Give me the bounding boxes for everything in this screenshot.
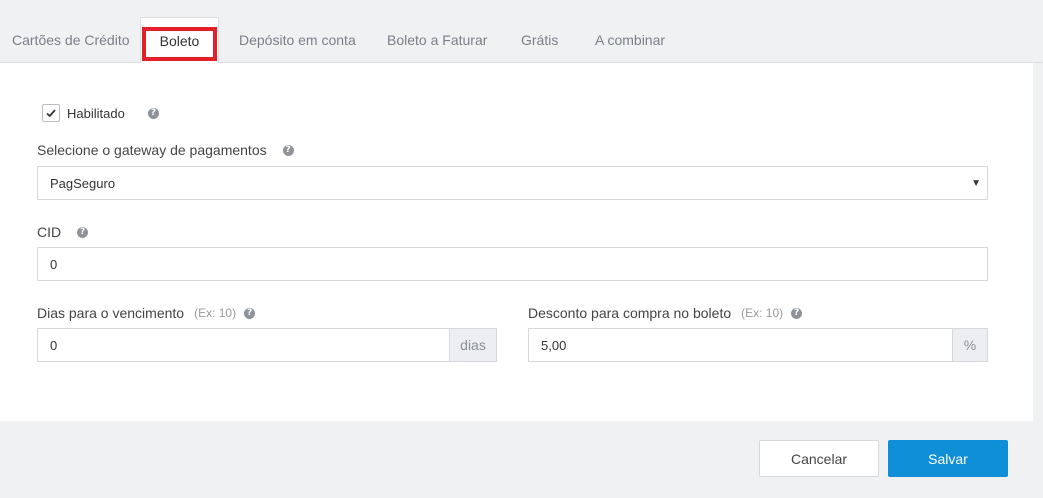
help-icon[interactable]: ?	[244, 307, 256, 319]
discount-input[interactable]: 5,00 %	[528, 328, 988, 362]
caret-down-icon: ▼	[971, 178, 981, 189]
cid-input[interactable]: 0	[37, 247, 988, 281]
gateway-label: Selecione o gateway de pagamentos ?	[37, 142, 294, 158]
due-days-input[interactable]: 0 dias	[37, 328, 497, 362]
help-icon[interactable]: ?	[791, 307, 803, 319]
discount-label: Desconto para compra no boleto (Ex: 10) …	[528, 305, 803, 321]
check-icon	[46, 109, 56, 118]
tab-cartoes-de-credito[interactable]: Cartões de Crédito	[12, 17, 130, 63]
due-days-label: Dias para o vencimento (Ex: 10) ?	[37, 305, 256, 321]
enabled-checkbox[interactable]	[42, 104, 60, 122]
help-icon[interactable]: ?	[77, 226, 89, 238]
tab-boleto[interactable]: Boleto	[140, 17, 219, 64]
cancel-button[interactable]: Cancelar	[759, 440, 879, 477]
tab-deposito-em-conta[interactable]: Depósito em conta	[239, 17, 356, 63]
tab-a-combinar[interactable]: A combinar	[595, 17, 665, 63]
help-icon[interactable]: ?	[147, 107, 159, 119]
due-days-suffix: dias	[449, 328, 497, 362]
discount-suffix: %	[952, 328, 988, 362]
tab-boleto-a-faturar[interactable]: Boleto a Faturar	[387, 17, 487, 63]
tab-gratis[interactable]: Grátis	[521, 17, 558, 63]
cid-label: CID ?	[37, 224, 89, 240]
payment-tabs: Cartões de Crédito Boleto Depósito em co…	[0, 0, 1043, 64]
enabled-row: Habilitado ?	[42, 104, 159, 122]
enabled-label: Habilitado	[67, 105, 125, 121]
gateway-select[interactable]: PagSeguro ▼	[37, 166, 988, 200]
save-button[interactable]: Salvar	[888, 440, 1008, 477]
help-icon[interactable]: ?	[282, 144, 294, 156]
